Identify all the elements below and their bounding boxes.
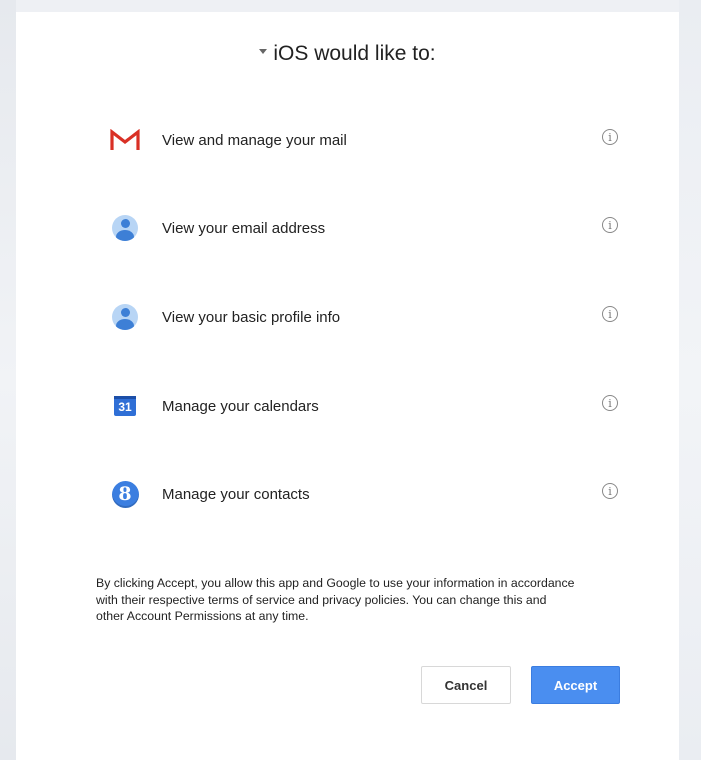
info-icon[interactable]: i (602, 395, 618, 411)
permission-item-calendar: 31 Manage your calendars i (108, 391, 618, 421)
cancel-button[interactable]: Cancel (421, 666, 511, 704)
permission-label: View and manage your mail (162, 132, 347, 149)
disclaimer-text: By clicking Accept, you allow this app a… (96, 576, 575, 623)
permission-label: Manage your contacts (162, 486, 310, 503)
google-plus-icon-glyph: 8 (111, 480, 139, 508)
dialog-title[interactable]: iOS would like to: (16, 42, 679, 66)
background-left (0, 0, 16, 760)
permission-item-mail: View and manage your mail i (108, 125, 618, 155)
accept-button[interactable]: Accept (531, 666, 620, 704)
info-icon[interactable]: i (602, 217, 618, 233)
permission-item-email: View your email address i (108, 213, 618, 243)
calendar-icon: 31 (108, 391, 142, 421)
permission-label: View your email address (162, 220, 326, 237)
caret-down-icon[interactable] (259, 48, 268, 54)
info-icon[interactable]: i (602, 129, 618, 145)
info-icon[interactable]: i (602, 306, 618, 322)
permission-label: Manage your calendars (162, 398, 319, 415)
gmail-icon (108, 125, 142, 155)
google-plus-icon: 8 (108, 479, 142, 509)
profile-icon (108, 302, 142, 332)
info-icon[interactable]: i (602, 483, 618, 499)
permission-dialog: iOS would like to: View and manage your … (16, 12, 679, 760)
permission-label: View your basic profile info (162, 309, 341, 326)
dialog-title-text: iOS would like to: (273, 42, 436, 65)
profile-icon (108, 213, 142, 243)
permission-item-profile: View your basic profile info i (108, 302, 618, 332)
background-top (0, 0, 701, 12)
permission-item-contacts: 8 Manage your contacts i (108, 479, 618, 509)
background-right (679, 0, 701, 760)
calendar-icon-date: 31 (114, 396, 136, 416)
